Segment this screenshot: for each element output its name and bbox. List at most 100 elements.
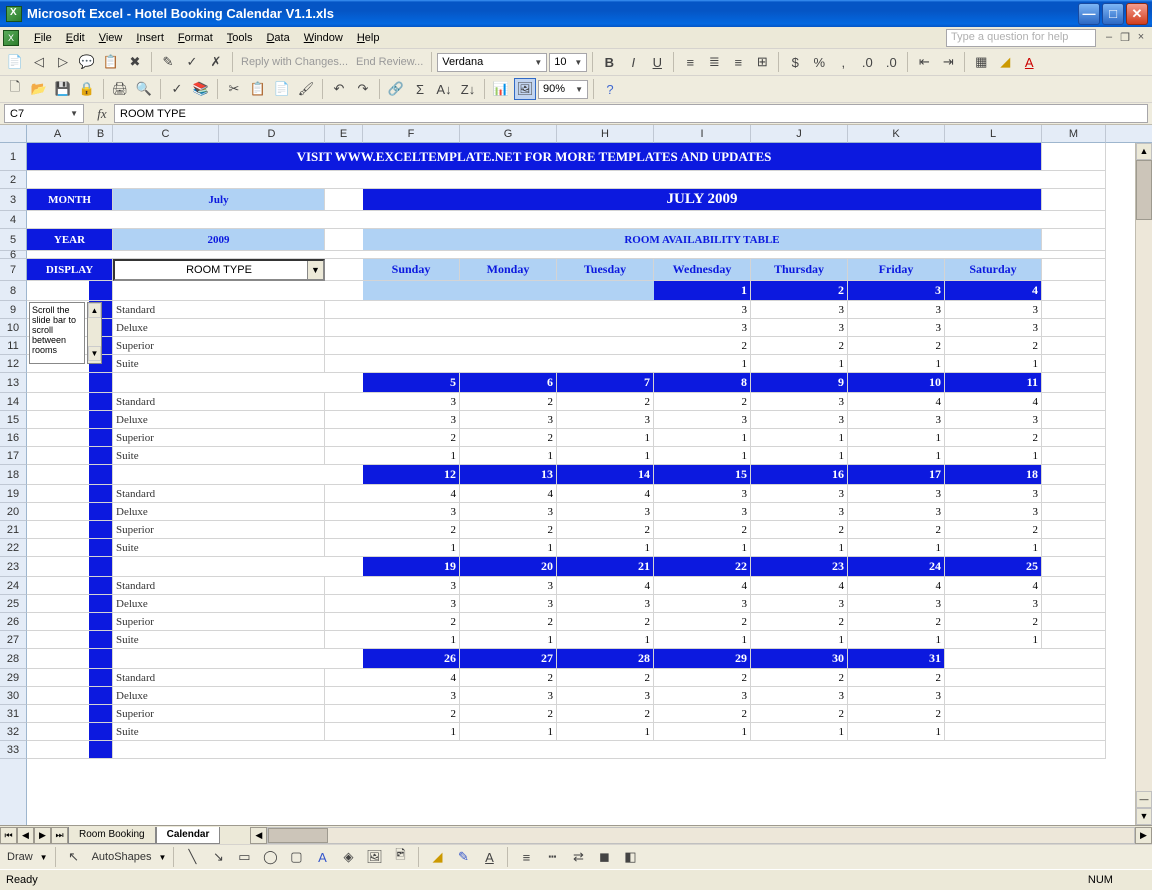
date-cell[interactable]: 26 (363, 649, 460, 669)
availability-value[interactable]: 2 (654, 669, 751, 687)
cut-icon[interactable]: ✂ (223, 78, 245, 100)
italic-button[interactable]: I (622, 51, 644, 73)
menu-file[interactable]: File (27, 29, 59, 47)
next-comment-icon[interactable]: ▷ (52, 51, 74, 73)
availability-value[interactable]: 1 (363, 447, 460, 465)
availability-value[interactable]: 3 (848, 319, 945, 337)
availability-value[interactable]: 1 (557, 447, 654, 465)
availability-value[interactable]: 1 (557, 631, 654, 649)
shadow-icon[interactable]: ◼ (593, 846, 615, 868)
availability-value[interactable]: 1 (945, 447, 1042, 465)
menu-format[interactable]: Format (171, 29, 220, 47)
availability-value[interactable]: 1 (848, 447, 945, 465)
col-header-F[interactable]: F (363, 125, 460, 143)
availability-value[interactable]: 3 (363, 577, 460, 595)
availability-value[interactable]: 4 (363, 485, 460, 503)
draw-menu[interactable]: Draw (4, 851, 36, 863)
room-type-label[interactable]: Suite (113, 631, 325, 649)
maximize-button[interactable]: □ (1102, 3, 1124, 25)
row-header-15[interactable]: 15 (0, 411, 27, 429)
availability-value[interactable]: 3 (751, 319, 848, 337)
availability-value[interactable]: 3 (363, 393, 460, 411)
instr-scroll-up[interactable]: ▲ (88, 303, 101, 318)
day-header-monday[interactable]: Monday (460, 259, 557, 281)
availability-value[interactable]: 3 (557, 595, 654, 613)
line-icon[interactable]: ╲ (181, 846, 203, 868)
row-header-25[interactable]: 25 (0, 595, 27, 613)
date-cell[interactable]: 24 (848, 557, 945, 577)
sort-desc-icon[interactable]: Z↓ (457, 78, 479, 100)
availability-value[interactable]: 2 (557, 521, 654, 539)
increase-indent-icon[interactable]: ⇥ (937, 51, 959, 73)
col-header-J[interactable]: J (751, 125, 848, 143)
availability-value[interactable]: 2 (363, 613, 460, 631)
row-header-8[interactable]: 8 (0, 281, 27, 301)
menu-window[interactable]: Window (297, 29, 350, 47)
availability-value[interactable]: 3 (557, 687, 654, 705)
day-header-wednesday[interactable]: Wednesday (654, 259, 751, 281)
tab-next-button[interactable]: ▶ (34, 827, 51, 844)
availability-value[interactable]: 4 (363, 669, 460, 687)
menu-insert[interactable]: Insert (129, 29, 171, 47)
preview-icon[interactable]: 🔍 (133, 78, 155, 100)
day-header-tuesday[interactable]: Tuesday (557, 259, 654, 281)
date-cell[interactable]: 20 (460, 557, 557, 577)
col-header-B[interactable]: B (89, 125, 113, 143)
col-header-M[interactable]: M (1042, 125, 1106, 143)
availability-value[interactable]: 3 (654, 319, 751, 337)
date-cell[interactable]: 21 (557, 557, 654, 577)
availability-value[interactable]: 3 (654, 595, 751, 613)
print-icon[interactable]: 🖨 (109, 78, 131, 100)
research-icon[interactable]: 📚 (190, 78, 212, 100)
availability-value[interactable]: 1 (363, 723, 460, 741)
new-icon[interactable]: 🗋 (4, 78, 26, 100)
availability-value[interactable]: 3 (945, 503, 1042, 521)
date-cell[interactable]: 1 (654, 281, 751, 301)
row-header-14[interactable]: 14 (0, 393, 27, 411)
availability-value[interactable]: 2 (751, 613, 848, 631)
availability-value[interactable]: 2 (751, 669, 848, 687)
display-select[interactable]: ROOM TYPE▼ (113, 259, 325, 281)
sheet-tab-calendar[interactable]: Calendar (156, 827, 221, 844)
availability-value[interactable]: 1 (557, 429, 654, 447)
date-cell[interactable]: 22 (654, 557, 751, 577)
availability-value[interactable]: 2 (848, 337, 945, 355)
availability-value[interactable]: 1 (751, 723, 848, 741)
availability-value[interactable]: 3 (363, 503, 460, 521)
chart-wizard-icon[interactable]: 📊 (490, 78, 512, 100)
availability-value[interactable]: 3 (848, 687, 945, 705)
hyperlink-icon[interactable]: 🔗 (385, 78, 407, 100)
display-label[interactable]: DISPLAY (27, 259, 113, 281)
availability-value[interactable]: 2 (460, 613, 557, 631)
autoshapes-menu[interactable]: AutoShapes (89, 851, 155, 863)
availability-value[interactable]: 3 (460, 503, 557, 521)
row-header-10[interactable]: 10 (0, 319, 27, 337)
room-type-label[interactable]: Superior (113, 613, 325, 631)
col-header-K[interactable]: K (848, 125, 945, 143)
arrow-icon[interactable]: ↘ (207, 846, 229, 868)
date-cell[interactable]: 2 (751, 281, 848, 301)
availability-value[interactable]: 1 (848, 631, 945, 649)
picture-icon[interactable]: 🖻 (389, 846, 411, 868)
room-type-label[interactable]: Deluxe (113, 687, 325, 705)
row-header-20[interactable]: 20 (0, 503, 27, 521)
prev-comment-icon[interactable]: ◁ (28, 51, 50, 73)
availability-value[interactable]: 2 (460, 393, 557, 411)
availability-value[interactable]: 3 (654, 503, 751, 521)
availability-value[interactable]: 3 (945, 595, 1042, 613)
line-color-icon[interactable]: ✎ (452, 846, 474, 868)
spreadsheet-grid[interactable]: VISIT WWW.EXCELTEMPLATE.NET FOR MORE TEM… (27, 143, 1135, 825)
availability-value[interactable]: 1 (654, 429, 751, 447)
availability-value[interactable]: 3 (751, 301, 848, 319)
formula-input[interactable]: ROOM TYPE (114, 104, 1148, 123)
redo-icon[interactable]: ↷ (352, 78, 374, 100)
availability-value[interactable]: 2 (460, 669, 557, 687)
row-header-29[interactable]: 29 (0, 669, 27, 687)
arrow-style-icon[interactable]: ⇄ (567, 846, 589, 868)
availability-value[interactable]: 4 (945, 577, 1042, 595)
merge-center-icon[interactable]: ⊞ (751, 51, 773, 73)
date-cell[interactable]: 7 (557, 373, 654, 393)
date-cell[interactable]: 5 (363, 373, 460, 393)
row-header-16[interactable]: 16 (0, 429, 27, 447)
date-cell[interactable]: 8 (654, 373, 751, 393)
